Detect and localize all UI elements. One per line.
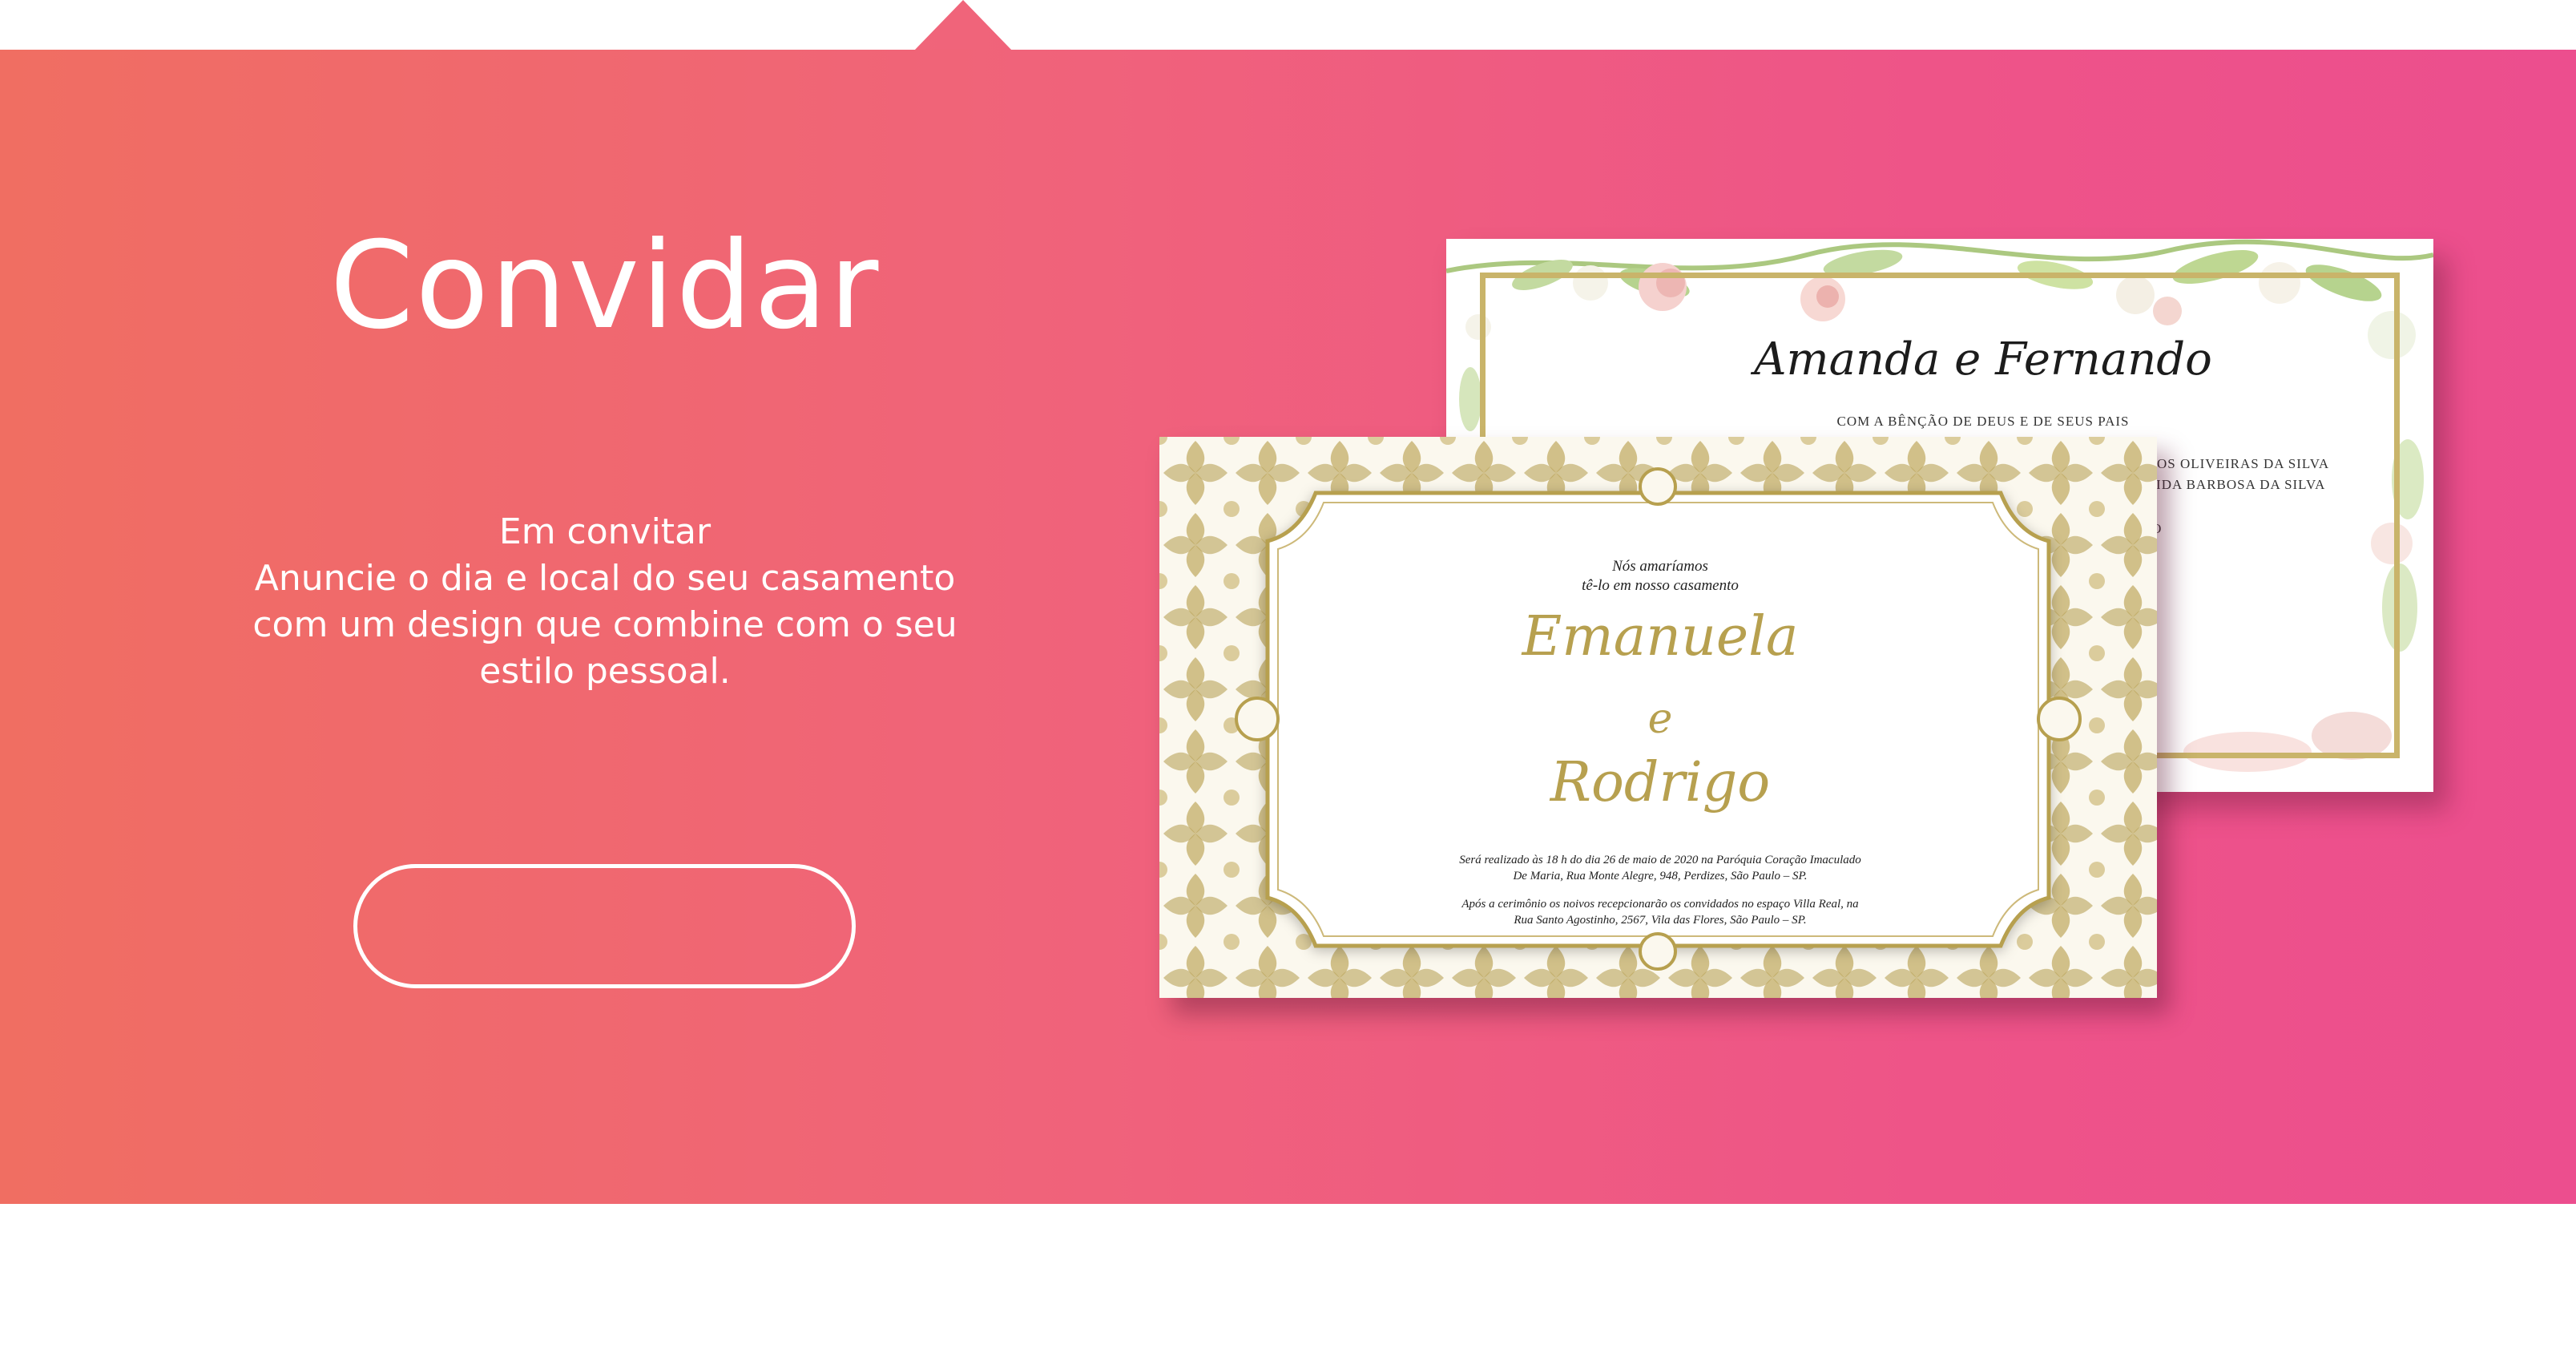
parent-line: RECIDA BARBOSA DA SILVA <box>2127 477 2326 492</box>
description-line: com um design que combine com o seu <box>252 604 957 645</box>
hero-description: Em convitar Anuncie o dia e local do seu… <box>120 509 1090 695</box>
description-line: Anuncie o dia e local do seu casamento <box>254 558 956 599</box>
couple-names: Amanda e Fernando <box>1754 333 2212 386</box>
detail-line: Rua Santo Agostinho, 2567, Vila das Flor… <box>1514 914 1807 927</box>
detail-line: Após a cerimônio os noivos recepcionarão… <box>1461 898 1859 911</box>
groom-name: Rodrigo <box>1550 751 1771 814</box>
intro-line: Nós amaríamos <box>1612 558 1708 575</box>
cta-button[interactable] <box>353 864 856 988</box>
invitation-plaque: Nós amaríamos tê-lo em nosso casamento E… <box>1280 485 2041 954</box>
ceremony-details: Será realizado às 18 h do dia 26 de maio… <box>1400 852 1921 884</box>
parents-names: ARLOS OLIVEIRAS DA SILVA RECIDA BARBOSA … <box>2127 454 2368 495</box>
bride-name: Emanuela <box>1522 605 1799 668</box>
detail-line: Será realizado às 18 h do dia 26 de maio… <box>1459 854 1861 866</box>
pointer-notch <box>913 0 1013 51</box>
page-title: Convidar <box>329 216 881 356</box>
invitation-card-damask: Nós amaríamos tê-lo em nosso casamento E… <box>1159 437 2157 998</box>
reception-details: Após a cerimônio os noivos recepcionarão… <box>1400 896 1921 928</box>
description-line: Em convitar <box>498 511 712 552</box>
intro-text: Nós amaríamos tê-lo em nosso casamento <box>1280 557 2041 596</box>
conjunction: e <box>1647 695 1673 743</box>
description-line: estilo pessoal. <box>479 651 731 692</box>
parent-line: ARLOS OLIVEIRAS DA SILVA <box>2127 456 2330 471</box>
blessing-text: COM A BÊNÇÃO DE DEUS E DE SEUS PAIS <box>1836 414 2130 429</box>
detail-line: De Maria, Rua Monte Alegre, 948, Perdize… <box>1513 870 1808 882</box>
intro-line: tê-lo em nosso casamento <box>1582 577 1739 594</box>
